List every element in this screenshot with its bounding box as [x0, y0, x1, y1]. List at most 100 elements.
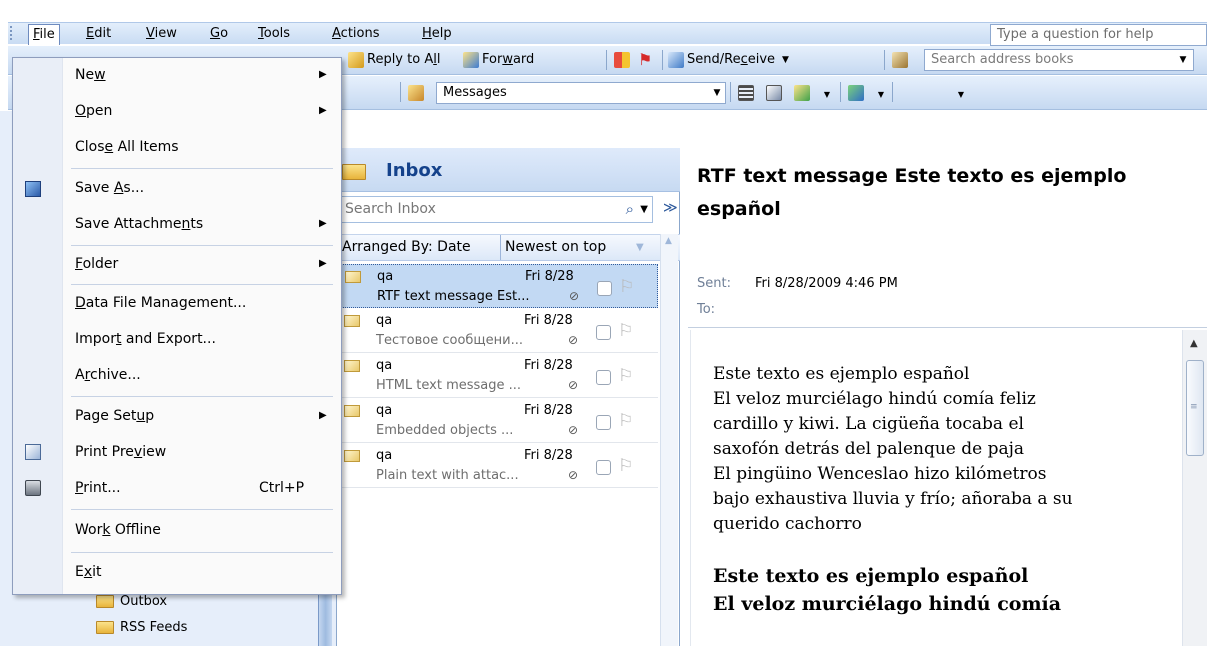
- toolbar-options-icon[interactable]: ▼: [820, 85, 834, 105]
- folder-icon: [96, 620, 114, 634]
- menu-help[interactable]: Help: [418, 24, 456, 44]
- category-checkbox[interactable]: [596, 460, 611, 475]
- nav-folder-rss-feeds[interactable]: RSS Feeds: [96, 618, 187, 636]
- menu-item-close-all[interactable]: Close All Items: [13, 130, 341, 166]
- menu-item-label: Print Preview: [75, 444, 166, 461]
- menu-item-work-offline[interactable]: Work Offline: [13, 513, 341, 549]
- menu-item-label: Save Attachments: [75, 216, 203, 233]
- body-line: cardillo y kiwi. La cigüeña tocaba el: [713, 414, 1024, 434]
- arrangement-header[interactable]: Arranged By: Date Newest on top ▼: [340, 234, 680, 261]
- reply-all-button[interactable]: Reply to All: [348, 49, 440, 71]
- folder-icon: [96, 594, 114, 608]
- menu-item-exit[interactable]: Exit: [13, 555, 341, 591]
- inbox-title: Inbox: [386, 160, 443, 181]
- chevron-down-icon[interactable]: ▼: [636, 235, 644, 260]
- chevron-down-icon[interactable]: ▼: [710, 83, 724, 103]
- flag-icon[interactable]: ⚐: [618, 456, 633, 476]
- flag-icon[interactable]: ⚐: [618, 366, 633, 386]
- forward-button[interactable]: Forward: [463, 49, 534, 71]
- send-receive-button[interactable]: Send/Receive ▼: [668, 49, 789, 71]
- auto-preview-button[interactable]: [766, 82, 782, 104]
- follow-up-button[interactable]: ⚑: [638, 49, 652, 71]
- scroll-up-icon[interactable]: ▲: [1190, 338, 1198, 349]
- message-row[interactable]: qa Fri 8/28 HTML text message ... ⊘ ⚐: [340, 354, 658, 398]
- menu-view-accel: V: [146, 26, 155, 41]
- reply-all-label: Reply to All: [367, 49, 440, 71]
- reading-pane-scrollbar[interactable]: ▲ ≡: [1182, 330, 1207, 646]
- label-post: older: [82, 256, 119, 272]
- search-inbox-input[interactable]: Search Inbox ⌕ ▼: [340, 196, 653, 223]
- categorize-button[interactable]: [614, 49, 630, 71]
- toolbar-options-icon[interactable]: ▼: [954, 85, 968, 105]
- menu-actions[interactable]: Actions: [328, 24, 384, 44]
- menu-view[interactable]: View: [142, 24, 181, 44]
- menu-tools[interactable]: Tools: [254, 24, 294, 44]
- menu-item-print-preview[interactable]: Print Preview: [13, 435, 341, 471]
- menu-item-label: Page Setup: [75, 408, 154, 425]
- message-row[interactable]: qa Fri 8/28 Embedded objects ... ⊘ ⚐: [340, 399, 658, 443]
- menu-edit[interactable]: Edit: [82, 24, 115, 44]
- message-row[interactable]: qa Fri 8/28 Plain text with attac... ⊘ ⚐: [340, 444, 658, 488]
- menu-item-import-export[interactable]: Import and Export...: [13, 322, 341, 358]
- message-row[interactable]: qa Fri 8/28 Тестовое сообщени... ⊘ ⚐: [340, 309, 658, 353]
- envelope-icon: [344, 315, 360, 327]
- file-menu-dropdown: New ▶ Open ▶ Close All Items Save As... …: [12, 57, 342, 595]
- menu-item-folder[interactable]: Folder ▶: [13, 247, 341, 283]
- message-list-scrollbar[interactable]: ▲: [660, 234, 678, 646]
- body-line: Este texto es ejemplo español: [713, 364, 970, 384]
- menu-item-open[interactable]: Open ▶: [13, 94, 341, 130]
- label-post: ata File Management...: [85, 295, 247, 311]
- menu-grip-handle[interactable]: [10, 26, 13, 40]
- scroll-up-icon[interactable]: ▲: [665, 236, 672, 246]
- envelope-icon: [344, 450, 360, 462]
- arranged-by-label[interactable]: Arranged By: Date: [342, 235, 471, 260]
- submenu-arrow-icon: ▶: [319, 410, 327, 421]
- toolbar-separator: [606, 50, 607, 70]
- reading-pane-button[interactable]: [738, 82, 754, 104]
- chevron-down-icon[interactable]: ▼: [782, 49, 789, 71]
- flag-icon[interactable]: ⚐: [619, 277, 634, 297]
- menu-actions-rest: ctions: [340, 26, 380, 41]
- address-book-icon: [892, 52, 908, 68]
- toolbar-separator: [884, 50, 885, 70]
- menu-item-new[interactable]: New ▶: [13, 58, 341, 94]
- menu-item-save-attachments[interactable]: Save Attachments ▶: [13, 207, 341, 243]
- message-from: qa: [376, 403, 393, 418]
- chevron-down-icon[interactable]: ▼: [1176, 50, 1190, 70]
- address-book-button[interactable]: [892, 49, 908, 71]
- menu-item-save-as[interactable]: Save As...: [13, 171, 341, 207]
- category-checkbox[interactable]: [596, 370, 611, 385]
- header-divider: [688, 327, 1207, 328]
- message-row[interactable]: qa Fri 8/28 RTF text message Est... ⊘ ⚐: [340, 264, 658, 308]
- view-folder-button[interactable]: [408, 82, 424, 104]
- menu-item-data-file-management[interactable]: Data File Management...: [13, 286, 341, 322]
- flag-icon[interactable]: ⚐: [618, 321, 633, 341]
- toolbar-separator: [730, 82, 731, 102]
- search-icon[interactable]: ⌕: [626, 197, 634, 222]
- menu-item-print[interactable]: Print... Ctrl+P: [13, 471, 341, 507]
- label-post: pen: [86, 103, 113, 119]
- category-checkbox[interactable]: [597, 281, 612, 296]
- message-body[interactable]: Este texto es ejemplo español El veloz m…: [690, 330, 1180, 646]
- research-button[interactable]: [848, 82, 864, 104]
- label-accel: F: [75, 256, 83, 272]
- menu-help-accel: H: [422, 26, 432, 41]
- menu-item-archive[interactable]: Archive...: [13, 358, 341, 394]
- label-post: p: [145, 408, 155, 424]
- category-checkbox[interactable]: [596, 325, 611, 340]
- toolbar-options-icon[interactable]: ▼: [874, 85, 888, 105]
- help-question-input[interactable]: Type a question for help: [990, 24, 1207, 46]
- current-view-select[interactable]: Messages: [436, 82, 726, 104]
- sent-label: Sent:: [697, 276, 731, 291]
- search-address-books-input[interactable]: Search address books: [924, 49, 1194, 71]
- body-bold-line: Este texto es ejemplo español: [713, 565, 1029, 587]
- menu-go[interactable]: Go: [206, 24, 232, 44]
- sort-order-label[interactable]: Newest on top: [500, 235, 606, 260]
- rules-button[interactable]: [794, 82, 810, 104]
- chevron-down-icon[interactable]: ▼: [640, 197, 648, 222]
- flag-icon[interactable]: ⚐: [618, 411, 633, 431]
- menu-file[interactable]: File: [28, 24, 60, 45]
- menu-item-page-setup[interactable]: Page Setup ▶: [13, 399, 341, 435]
- category-checkbox[interactable]: [596, 415, 611, 430]
- expand-query-builder-icon[interactable]: ≫: [663, 200, 678, 216]
